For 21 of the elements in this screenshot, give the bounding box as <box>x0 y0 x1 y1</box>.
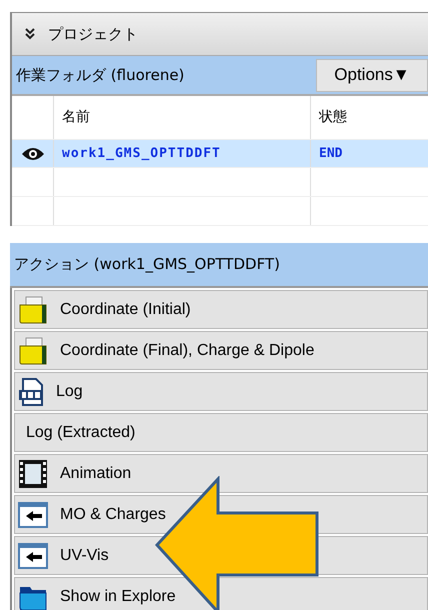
action-button[interactable]: Coordinate (Initial) <box>14 290 428 329</box>
action-button[interactable]: Log <box>14 372 428 411</box>
film-strip-icon <box>18 458 48 488</box>
table-row[interactable]: work1_GMS_OPTTDDFT END <box>12 140 428 168</box>
actions-title: アクション (work1_GMS_OPTTDDFT) <box>14 254 280 276</box>
log-file-icon <box>18 378 44 406</box>
panel-title: プロジェクト <box>48 24 138 45</box>
column-header: 状態 <box>318 108 348 127</box>
status-cell-text: END <box>319 144 342 163</box>
column-header: 名前 <box>54 96 311 139</box>
folder-icon <box>18 296 48 324</box>
eye-icon[interactable] <box>20 146 44 160</box>
action-button[interactable]: Animation <box>14 454 428 493</box>
folder-icon <box>18 336 48 364</box>
folder-label: 作業フォルダ (fluorene) <box>16 64 184 86</box>
action-button[interactable]: Coordinate (Final), Charge & Dipole <box>14 331 428 370</box>
action-button[interactable]: Show in Explore <box>14 577 428 610</box>
collapse-icon[interactable] <box>24 28 36 40</box>
name-cell-text: work1_GMS_OPTTDDFT <box>62 144 221 163</box>
action-button[interactable]: Log (Extracted) <box>14 413 428 452</box>
options-button[interactable]: Options▼ <box>316 58 428 92</box>
